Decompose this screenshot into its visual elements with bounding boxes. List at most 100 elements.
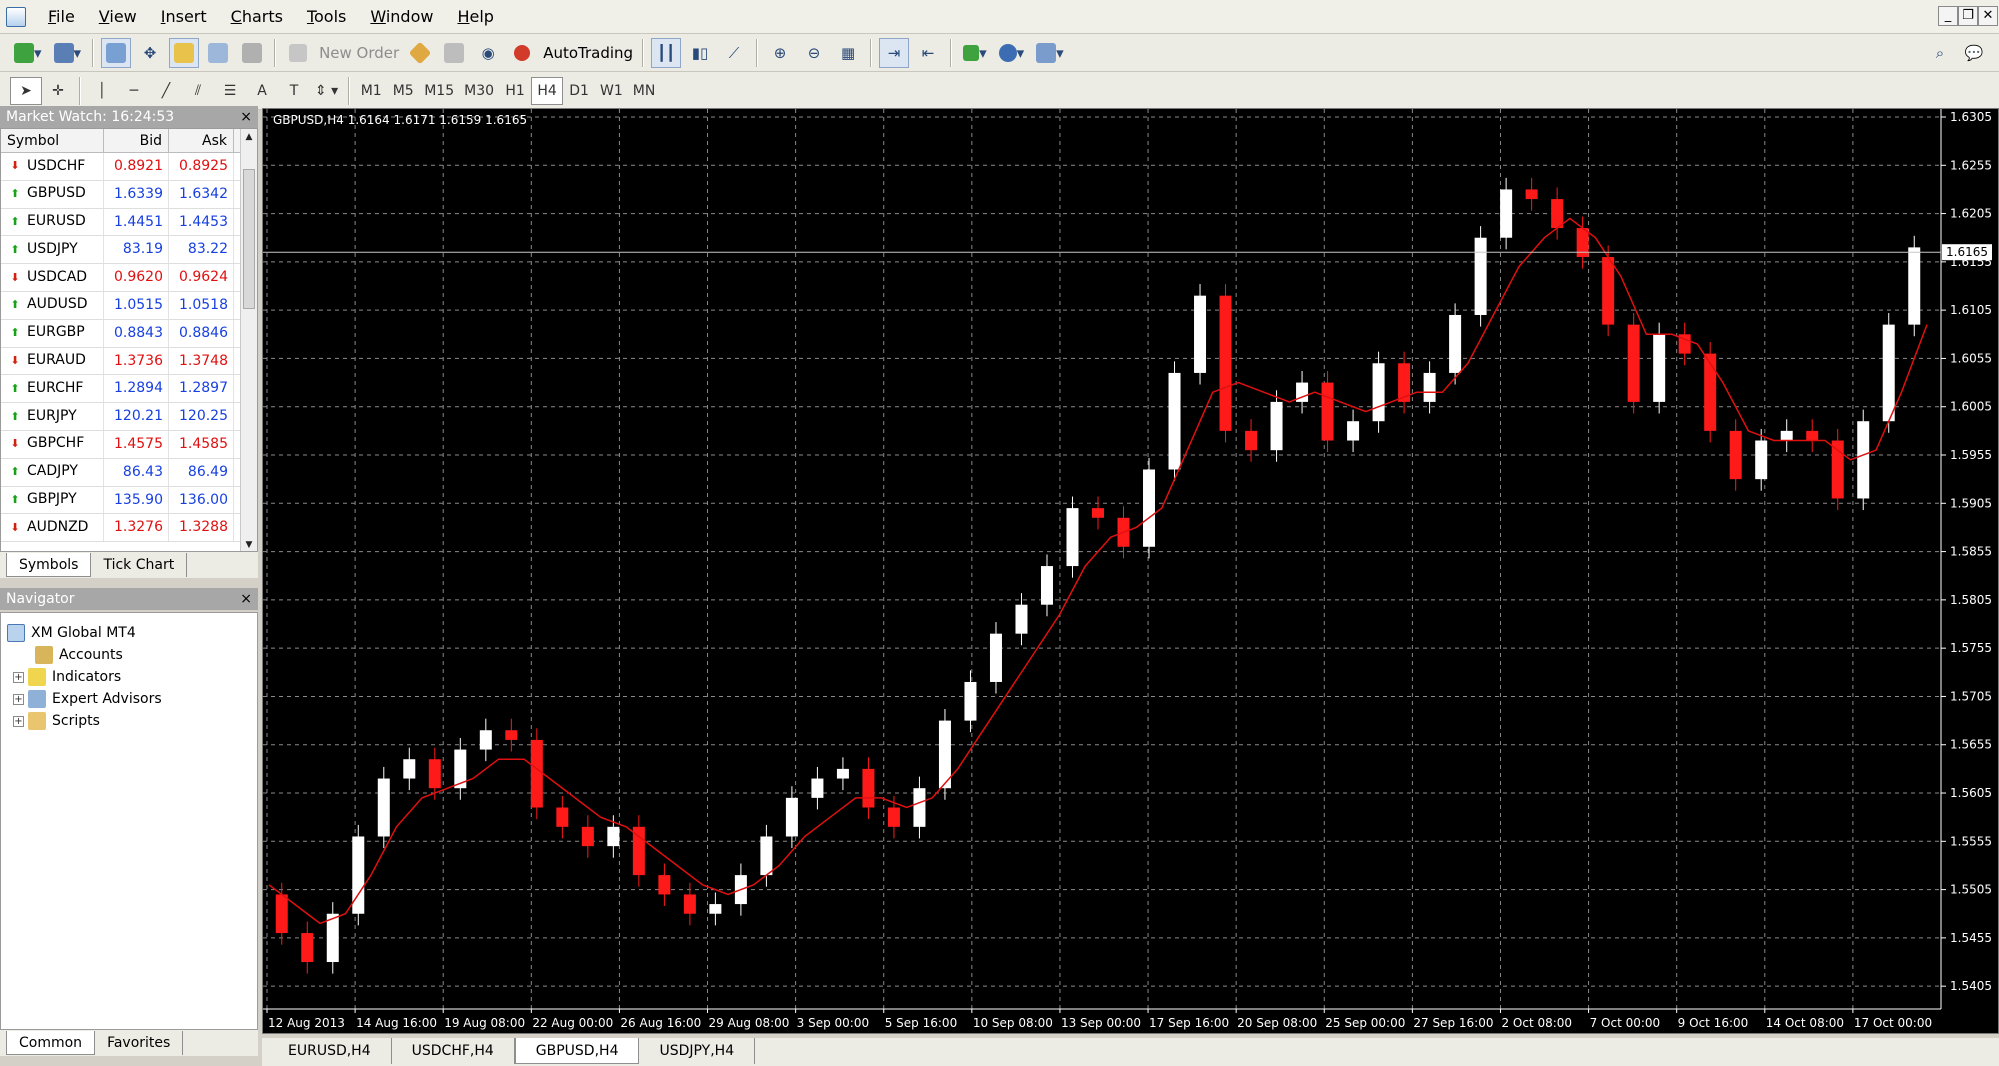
timeframe-d1[interactable]: D1 (563, 77, 595, 105)
table-row[interactable]: ⬆ GBPUSD 1.6339 1.6342 (1, 180, 257, 209)
tab-tick-chart[interactable]: Tick Chart (91, 553, 188, 577)
table-row[interactable]: ⬇ AUDNZD 1.3276 1.3288 (1, 514, 257, 543)
expand-icon[interactable]: + (13, 693, 24, 705)
restore-icon[interactable]: ❐ (1958, 6, 1978, 26)
column-symbol[interactable]: Symbol (1, 129, 104, 152)
scroll-down-icon[interactable]: ▼ (241, 537, 257, 551)
text-icon[interactable]: A (246, 77, 278, 105)
minimize-icon[interactable]: _ (1938, 6, 1958, 26)
tab-common[interactable]: Common (6, 1031, 96, 1055)
table-row[interactable]: ⬇ GBPCHF 1.4575 1.4585 (1, 430, 257, 459)
scroll-thumb[interactable] (243, 169, 255, 309)
price-chart[interactable]: 1.63051.62551.62051.61551.61051.60551.60… (263, 109, 1999, 1035)
timeframe-m1[interactable]: M1 (355, 77, 387, 105)
terminal-icon[interactable] (203, 38, 233, 68)
bid-cell: 1.4451 (104, 208, 169, 236)
candlestick-icon[interactable]: ▮▯ (685, 38, 715, 68)
timeframe-h4[interactable]: H4 (531, 76, 564, 105)
table-row[interactable]: ⬆ EURUSD 1.4451 1.4453 (1, 208, 257, 237)
print-icon[interactable] (439, 38, 469, 68)
metaeditor-icon[interactable] (405, 38, 435, 68)
table-row[interactable]: ⬆ EURCHF 1.2894 1.2897 (1, 375, 257, 404)
column-bid[interactable]: Bid (104, 129, 169, 152)
indicators-icon[interactable]: ▾ (959, 38, 991, 68)
chart-tab-usdjpy[interactable]: USDJPY,H4 (639, 1038, 756, 1064)
line-chart-icon[interactable]: ⟋ (719, 38, 749, 68)
timeframe-w1[interactable]: W1 (595, 77, 628, 105)
strategy-tester-icon[interactable] (237, 38, 267, 68)
menu-window[interactable]: Window (358, 0, 445, 34)
chart-tab-usdchf[interactable]: USDCHF,H4 (392, 1038, 515, 1064)
new-order-button[interactable]: New Order (315, 44, 403, 62)
menu-file[interactable]: File (36, 0, 87, 34)
menu-charts[interactable]: Charts (219, 0, 295, 34)
bar-chart-icon[interactable]: ┃┃ (651, 37, 682, 68)
timeframe-m5[interactable]: M5 (387, 77, 419, 105)
horizontal-line-icon[interactable]: ─ (118, 77, 150, 105)
symbol-cell: ⬆ EURJPY (1, 403, 104, 430)
trendline-icon[interactable]: ╱ (150, 77, 182, 105)
search-icon[interactable]: ⌕ (1925, 38, 1955, 68)
tree-item-expert-advisors[interactable]: + Expert Advisors (13, 688, 162, 710)
timeframe-mn[interactable]: MN (628, 77, 661, 105)
menu-help[interactable]: Help (445, 0, 505, 34)
autotrading-button[interactable]: AutoTrading (539, 44, 637, 62)
arrows-icon[interactable]: ⇕ ▾ (310, 77, 343, 105)
scroll-up-icon[interactable]: ▲ (241, 129, 257, 145)
timeframe-m30[interactable]: M30 (459, 77, 499, 105)
tab-favorites[interactable]: Favorites (95, 1031, 184, 1055)
templates-icon[interactable]: ▾ (1032, 38, 1068, 68)
chart-tab-eurusd[interactable]: EURUSD,H4 (268, 1038, 392, 1064)
menu-insert[interactable]: Insert (149, 0, 219, 34)
timeframe-h1[interactable]: H1 (499, 77, 531, 105)
close-icon[interactable]: × (240, 588, 252, 610)
autoscroll-icon[interactable]: ⇥ (879, 37, 910, 68)
crosshair-icon[interactable]: ✛ (42, 77, 74, 105)
autotrading-icon[interactable] (507, 38, 537, 68)
market-watch-scrollbar[interactable]: ▲ ▼ (240, 129, 257, 551)
table-row[interactable]: ⬇ EURAUD 1.3736 1.3748 (1, 347, 257, 376)
table-row[interactable]: ⬇ USDCAD 0.9620 0.9624 (1, 264, 257, 292)
new-order-icon[interactable] (283, 38, 313, 68)
tile-windows-icon[interactable]: ▦ (833, 38, 863, 68)
tree-item-indicators[interactable]: + Indicators (13, 666, 121, 688)
column-ask[interactable]: Ask (169, 129, 234, 152)
text-label-icon[interactable]: T (278, 77, 310, 105)
table-row[interactable]: ⬆ EURGBP 0.8843 0.8846 (1, 319, 257, 348)
new-chart-icon[interactable]: ▾ (10, 38, 46, 68)
profiles-icon[interactable]: ▾ (50, 38, 86, 68)
data-window-icon[interactable]: ✥ (135, 38, 165, 68)
timeframe-m15[interactable]: M15 (419, 77, 459, 105)
signal-icon[interactable]: ◉ (473, 38, 503, 68)
zoom-out-icon[interactable]: ⊖ (799, 38, 829, 68)
menu-view[interactable]: View (87, 0, 149, 34)
chart-shift-icon[interactable]: ⇤ (913, 38, 943, 68)
tab-symbols[interactable]: Symbols (6, 553, 92, 577)
table-row[interactable]: ⬆ USDJPY 83.19 83.22 (1, 236, 257, 265)
cursor-icon[interactable]: ➤ (10, 76, 42, 105)
close-icon[interactable]: × (240, 106, 252, 128)
menu-tools[interactable]: Tools (295, 0, 358, 34)
expand-icon[interactable]: + (13, 715, 24, 727)
fibonacci-icon[interactable]: ☰ (214, 77, 246, 105)
table-row[interactable]: ⬆ AUDUSD 1.0515 1.0518 (1, 291, 257, 320)
navigator-icon[interactable] (169, 37, 200, 68)
table-row[interactable]: ⬇ USDCHF 0.8921 0.8925 (1, 153, 257, 181)
zoom-in-icon[interactable]: ⊕ (765, 38, 795, 68)
table-row[interactable]: ⬆ GBPJPY 135.90 136.00 (1, 486, 257, 515)
expand-icon[interactable]: + (13, 671, 24, 683)
close-icon[interactable]: ✕ (1978, 6, 1998, 26)
vertical-line-icon[interactable]: │ (86, 77, 118, 105)
table-row[interactable]: ⬆ EURJPY 120.21 120.25 (1, 403, 257, 431)
chart-tab-gbpusd[interactable]: GBPUSD,H4 (514, 1038, 640, 1064)
periods-icon[interactable]: ▾ (995, 38, 1029, 68)
channel-icon[interactable]: ⫽ (182, 77, 214, 105)
tree-item-accounts[interactable]: Accounts (35, 644, 123, 666)
ask-cell: 1.3748 (169, 347, 234, 375)
market-watch-icon[interactable] (101, 37, 132, 68)
chart-window[interactable]: 1.6305 1.6255 1.6205 1.6155 1.6105 1.6055 1.60… (262, 108, 1999, 1034)
table-row[interactable]: ⬆ CADJPY 86.43 86.49 (1, 458, 257, 487)
tree-root[interactable]: XM Global MT4 (7, 622, 136, 644)
tree-item-scripts[interactable]: + Scripts (13, 710, 100, 732)
chat-icon[interactable]: 💬 (1959, 38, 1989, 68)
